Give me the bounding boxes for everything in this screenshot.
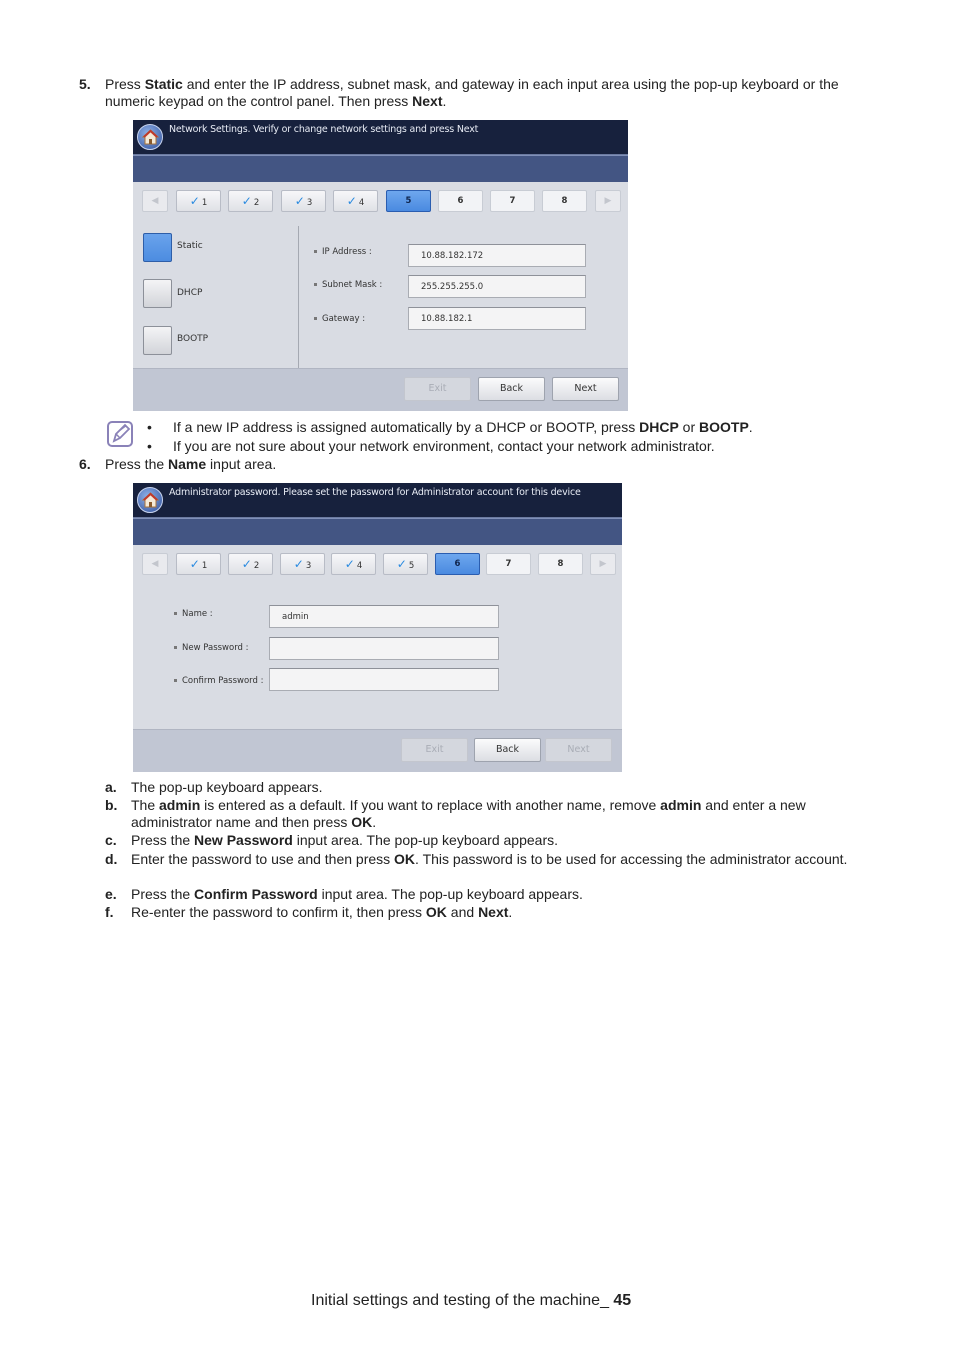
step-tab-6[interactable]: 6 <box>438 190 483 212</box>
step-number: 5. <box>79 76 91 92</box>
new-password-label: New Password : <box>174 643 249 653</box>
step-tab-4[interactable]: ✓ 4 <box>331 553 376 575</box>
note-pencil-icon <box>106 420 134 453</box>
screen-title: Administrator password. Please set the p… <box>169 487 581 498</box>
exit-button[interactable]: Exit <box>401 738 468 762</box>
name-label: Name : <box>174 609 213 619</box>
check-icon: ✓ <box>346 194 357 208</box>
next-step-arrow[interactable]: ▶ <box>590 553 616 575</box>
step-tab-3[interactable]: ✓ 3 <box>280 553 325 575</box>
step-tab-2[interactable]: ✓ 2 <box>228 190 273 212</box>
prev-step-arrow[interactable]: ◀ <box>142 190 168 212</box>
check-icon: ✓ <box>189 557 200 571</box>
home-icon[interactable] <box>137 124 163 150</box>
emphasis-static: Static <box>144 76 183 92</box>
check-icon: ✓ <box>396 557 407 571</box>
screen-title: Network Settings. Verify or change netwo… <box>169 124 479 135</box>
bootp-option-label: BOOTP <box>177 334 209 344</box>
step-5: 5. Press Static and enter the IP address… <box>79 76 839 109</box>
screen-footer: Exit Back Next <box>133 368 628 411</box>
screen-header: Administrator password. Please set the p… <box>133 483 622 518</box>
new-password-input[interactable] <box>269 637 499 660</box>
header-band <box>133 155 628 183</box>
next-button[interactable]: Next <box>545 738 612 762</box>
screen-footer: Exit Back Next <box>133 729 622 772</box>
next-button[interactable]: Next <box>552 377 619 401</box>
step-navigator: ◀ ✓ 1 ✓ 2 ✓ 3 ✓ 4 5 6 7 8 ▶ <box>133 182 628 222</box>
prev-step-arrow[interactable]: ◀ <box>142 553 168 575</box>
step-tab-6[interactable]: 6 <box>435 553 480 575</box>
step-tab-7[interactable]: 7 <box>490 190 535 212</box>
step-tab-1[interactable]: ✓ 1 <box>176 190 221 212</box>
page-number: 45 <box>613 1292 632 1309</box>
admin-password-screen: Administrator password. Please set the p… <box>133 483 622 772</box>
name-input[interactable]: admin <box>269 605 499 628</box>
step-tab-5[interactable]: ✓ 5 <box>383 553 428 575</box>
check-icon: ✓ <box>189 194 200 208</box>
ip-address-input[interactable]: 10.88.182.172 <box>408 244 586 267</box>
footer-text: Initial settings and testing of the mach… <box>311 1292 614 1309</box>
gateway-label: Gateway : <box>314 314 365 324</box>
step-tab-5[interactable]: 5 <box>386 190 431 212</box>
bootp-option-button[interactable] <box>143 326 172 355</box>
next-step-arrow[interactable]: ▶ <box>595 190 621 212</box>
check-icon: ✓ <box>293 557 304 571</box>
confirm-password-label: Confirm Password : <box>174 676 263 686</box>
dhcp-option-button[interactable] <box>143 279 172 308</box>
static-option-button[interactable] <box>143 233 172 262</box>
home-icon[interactable] <box>137 487 163 513</box>
step-6: 6. Press the Name input area. <box>79 456 277 472</box>
step-tab-2[interactable]: ✓ 2 <box>228 553 273 575</box>
back-button[interactable]: Back <box>478 377 545 401</box>
step-tab-8[interactable]: 8 <box>538 553 583 575</box>
confirm-password-input[interactable] <box>269 668 499 691</box>
exit-button[interactable]: Exit <box>404 377 471 401</box>
page-footer: Initial settings and testing of the mach… <box>311 1292 631 1310</box>
screen-header: Network Settings. Verify or change netwo… <box>133 120 628 155</box>
back-button[interactable]: Back <box>474 738 541 762</box>
check-icon: ✓ <box>241 194 252 208</box>
subnet-mask-input[interactable]: 255.255.255.0 <box>408 275 586 298</box>
step-tab-4[interactable]: ✓ 4 <box>333 190 378 212</box>
dhcp-option-label: DHCP <box>177 288 203 298</box>
step-tab-3[interactable]: ✓ 3 <box>281 190 326 212</box>
step-navigator: ◀ ✓ 1 ✓ 2 ✓ 3 ✓ 4 ✓ 5 6 7 8 ▶ <box>133 545 622 585</box>
ip-address-label: IP Address : <box>314 247 372 257</box>
network-settings-screen: Network Settings. Verify or change netwo… <box>133 120 628 411</box>
gateway-input[interactable]: 10.88.182.1 <box>408 307 586 330</box>
step-tab-7[interactable]: 7 <box>486 553 531 575</box>
check-icon: ✓ <box>241 557 252 571</box>
vertical-divider <box>298 226 299 369</box>
emphasis-next: Next <box>412 93 443 109</box>
header-band <box>133 518 622 546</box>
check-icon: ✓ <box>344 557 355 571</box>
static-option-label: Static <box>177 241 203 251</box>
step-number: 6. <box>79 456 91 472</box>
check-icon: ✓ <box>294 194 305 208</box>
step-tab-8[interactable]: 8 <box>542 190 587 212</box>
subnet-mask-label: Subnet Mask : <box>314 280 382 290</box>
step-tab-1[interactable]: ✓ 1 <box>176 553 221 575</box>
